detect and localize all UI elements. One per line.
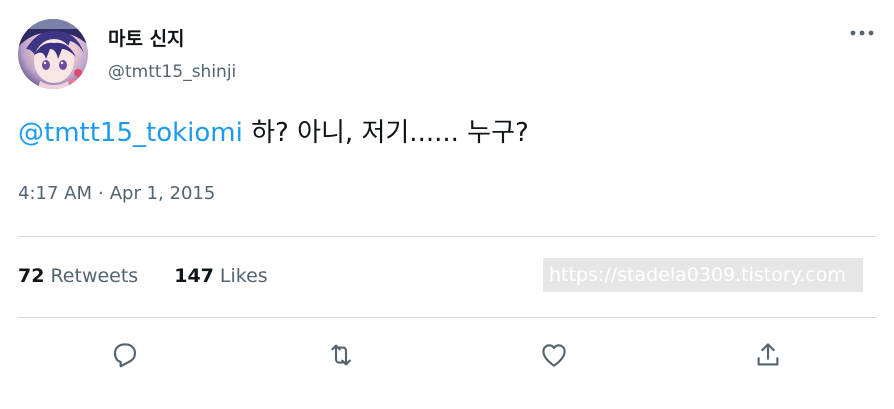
divider-bottom xyxy=(18,317,876,318)
likes-label: Likes xyxy=(219,265,268,287)
share-button[interactable] xyxy=(750,337,786,373)
tweet-card: 마토 신지 @tmtt15_shinji @tmtt15_tokiomi 하? … xyxy=(0,0,894,409)
retweets-stat[interactable]: 72 Retweets xyxy=(18,265,138,287)
retweet-icon xyxy=(331,344,351,366)
engagement-stats: 72 Retweets 147 Likes xyxy=(18,265,268,287)
reply-icon xyxy=(113,343,137,368)
mention-link[interactable]: @tmtt15_tokiomi xyxy=(18,118,243,148)
divider-top xyxy=(18,236,876,237)
tweet-time: 4:17 AM xyxy=(18,183,92,204)
like-icon xyxy=(542,344,566,367)
likes-count: 147 xyxy=(174,265,214,287)
retweets-count: 72 xyxy=(18,265,45,287)
tweet-date: Apr 1, 2015 xyxy=(109,183,216,204)
avatar[interactable] xyxy=(18,19,88,89)
retweets-label: Retweets xyxy=(50,265,139,287)
action-bar xyxy=(0,337,894,373)
likes-stat[interactable]: 147 Likes xyxy=(174,265,267,287)
author-display-name[interactable]: 마토 신지 xyxy=(108,24,185,51)
author-handle[interactable]: @tmtt15_shinji xyxy=(108,62,236,82)
tweet-timestamp[interactable]: 4:17 AM · Apr 1, 2015 xyxy=(18,183,215,204)
more-icon xyxy=(850,30,874,36)
share-icon xyxy=(757,343,779,366)
reply-button[interactable] xyxy=(107,337,143,373)
retweet-button[interactable] xyxy=(323,337,359,373)
more-options-button[interactable] xyxy=(845,22,879,44)
tweet-text: @tmtt15_tokiomi 하? 아니, 저기...... 누구? xyxy=(18,113,529,153)
timestamp-separator: · xyxy=(98,183,104,204)
tweet-body: 하? 아니, 저기...... 누구? xyxy=(242,118,529,148)
avatar-image xyxy=(18,19,88,89)
like-button[interactable] xyxy=(536,337,572,373)
watermark: https://stadela0309.tistory.com xyxy=(543,258,863,292)
